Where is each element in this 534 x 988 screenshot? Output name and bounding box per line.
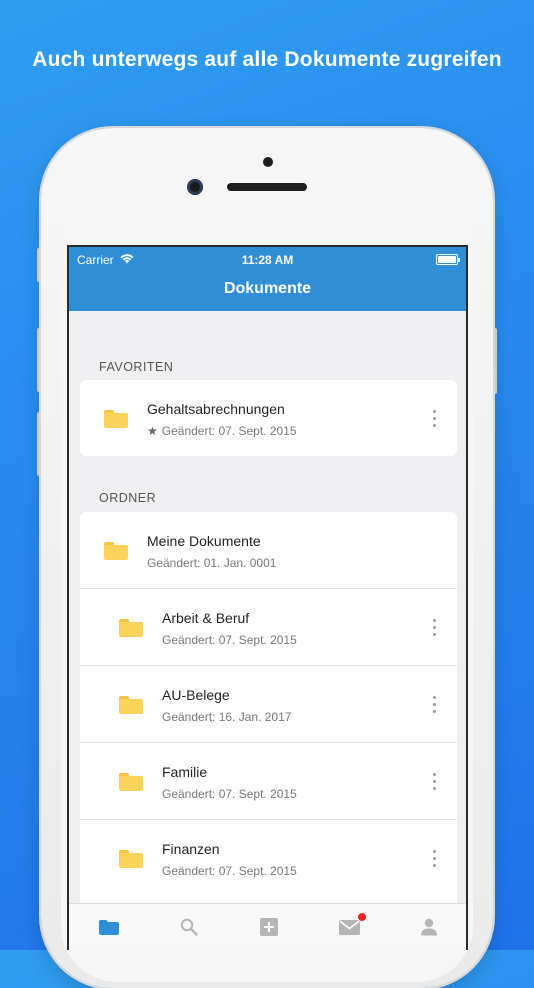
mail-badge bbox=[357, 912, 367, 922]
more-options-icon[interactable] bbox=[433, 619, 437, 637]
more-options-icon[interactable] bbox=[433, 773, 437, 791]
item-name: Arbeit & Beruf bbox=[162, 610, 250, 626]
item-name: Gehaltsabrechnungen bbox=[147, 401, 285, 417]
tab-documents[interactable] bbox=[69, 904, 149, 950]
search-icon bbox=[180, 918, 198, 936]
list-item[interactable]: Gehaltsabrechnungen ★ Geändert: 07. Sept.… bbox=[80, 380, 457, 456]
folders-section-header: ORDNER bbox=[99, 491, 157, 505]
tab-mail[interactable] bbox=[309, 904, 389, 950]
folder-icon bbox=[104, 542, 128, 560]
status-bar: Carrier 11:28 AM bbox=[69, 251, 466, 269]
item-name: Meine Dokumente bbox=[147, 533, 261, 549]
item-name: Familie bbox=[162, 764, 208, 780]
navigation-bar: Carrier 11:28 AM Dokumente bbox=[69, 247, 466, 311]
battery-icon bbox=[436, 254, 460, 265]
tab-bar bbox=[69, 903, 466, 950]
mail-icon bbox=[338, 919, 360, 935]
favorites-card: Gehaltsabrechnungen ★ Geändert: 07. Sept.… bbox=[80, 380, 457, 456]
item-name: AU-Belege bbox=[162, 687, 230, 703]
page-title: Dokumente bbox=[223, 280, 312, 297]
item-modified: Geändert: 01. Jan. 0001 bbox=[147, 556, 277, 570]
user-icon bbox=[421, 918, 437, 936]
list-item[interactable]: Arbeit & Beruf Geändert: 07. Sept. 2015 bbox=[80, 589, 457, 666]
list-item[interactable]: Familie Geändert: 07. Sept. 2015 bbox=[80, 743, 457, 820]
item-modified: Geändert: 16. Jan. 2017 bbox=[162, 710, 292, 724]
item-modified: Geändert: 07. Sept. 2015 bbox=[162, 787, 297, 801]
folder-icon bbox=[119, 696, 143, 714]
folder-icon bbox=[119, 773, 143, 791]
front-camera bbox=[187, 179, 203, 195]
item-modified: ★ Geändert: 07. Sept. 2015 bbox=[147, 424, 297, 438]
item-modified: Geändert: 07. Sept. 2015 bbox=[162, 633, 297, 647]
list-item[interactable]: AU-Belege Geändert: 16. Jan. 2017 bbox=[80, 666, 457, 743]
star-icon: ★ bbox=[147, 424, 158, 438]
status-time: 11:28 AM bbox=[241, 253, 294, 267]
folders-card: Meine Dokumente Geändert: 01. Jan. 0001 … bbox=[80, 512, 457, 950]
more-options-icon[interactable] bbox=[433, 696, 437, 714]
item-modified: Geändert: 07. Sept. 2015 bbox=[162, 864, 297, 878]
favorites-section-header: FAVORITEN bbox=[99, 360, 174, 374]
folder-icon bbox=[99, 919, 119, 935]
earpiece-speaker bbox=[227, 183, 307, 191]
headline: Auch unterwegs auf alle Dokumente zugrei… bbox=[32, 48, 502, 71]
list-item[interactable]: Meine Dokumente Geändert: 01. Jan. 0001 bbox=[80, 512, 457, 589]
add-icon bbox=[260, 918, 278, 936]
folder-icon bbox=[119, 850, 143, 868]
tab-profile[interactable] bbox=[389, 904, 466, 950]
folder-icon bbox=[104, 410, 128, 428]
more-options-icon[interactable] bbox=[433, 850, 437, 868]
app-screen: Carrier 11:28 AM Dokumente FAVORITEN Geh… bbox=[67, 245, 468, 950]
more-options-icon[interactable] bbox=[433, 410, 437, 428]
proximity-sensor bbox=[263, 157, 273, 167]
tab-search[interactable] bbox=[149, 904, 229, 950]
list-item[interactable]: Finanzen Geändert: 07. Sept. 2015 bbox=[80, 820, 457, 896]
folder-icon bbox=[119, 619, 143, 637]
tab-add[interactable] bbox=[229, 904, 309, 950]
item-name: Finanzen bbox=[162, 841, 220, 857]
phone-power-button bbox=[493, 328, 497, 394]
